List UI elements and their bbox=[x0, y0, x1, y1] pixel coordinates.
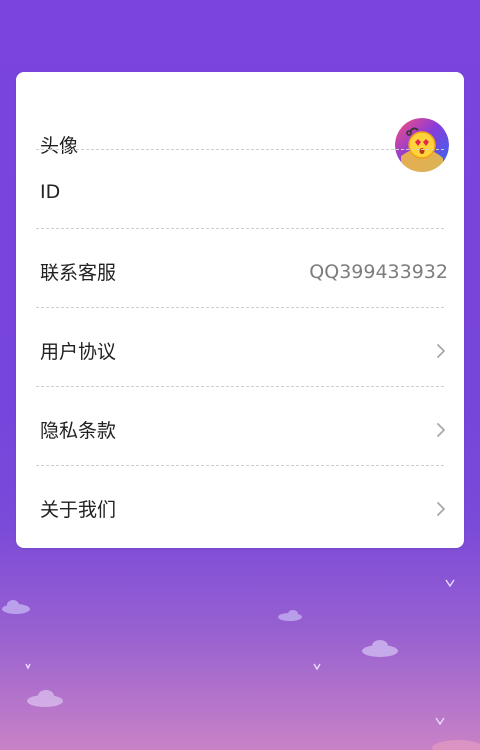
privacy-terms-label: 隐私条款 bbox=[40, 420, 117, 442]
cloud-icon bbox=[362, 640, 398, 657]
cloud-icon bbox=[432, 740, 480, 750]
cloud-icon bbox=[27, 690, 63, 707]
divider bbox=[36, 307, 444, 308]
divider bbox=[36, 465, 444, 466]
settings-card: 头像 ID 联系客服 QQ399433932 用户协议 隐私条款 关于我们 bbox=[16, 72, 464, 548]
id-label: ID bbox=[40, 180, 61, 203]
id-row: ID bbox=[16, 152, 464, 231]
contact-service-label: 联系客服 bbox=[40, 262, 117, 284]
chevron-right-icon bbox=[434, 342, 448, 360]
user-agreement-row[interactable]: 用户协议 bbox=[16, 311, 464, 390]
chevron-right-icon bbox=[434, 421, 448, 439]
privacy-terms-row[interactable]: 隐私条款 bbox=[16, 390, 464, 469]
contact-service-row[interactable]: 联系客服 QQ399433932 bbox=[16, 232, 464, 311]
divider bbox=[36, 149, 444, 150]
contact-service-value: QQ399433932 bbox=[309, 260, 448, 283]
chevron-right-icon bbox=[434, 500, 448, 518]
about-us-row[interactable]: 关于我们 bbox=[16, 469, 464, 548]
divider bbox=[36, 228, 444, 229]
bird-icon bbox=[25, 579, 455, 726]
cloud-icon bbox=[2, 600, 30, 614]
about-us-label: 关于我们 bbox=[40, 499, 117, 521]
cloud-icon bbox=[278, 610, 302, 621]
divider bbox=[36, 386, 444, 387]
user-agreement-label: 用户协议 bbox=[40, 341, 117, 363]
